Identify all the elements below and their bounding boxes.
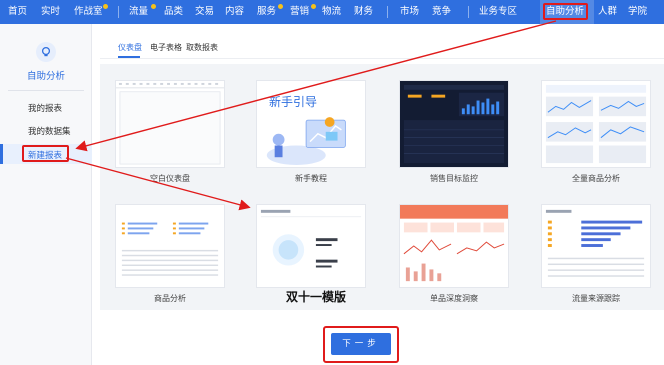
sidebar: 自助分析 我的报表 我的数据集 新建报表 [0,24,92,365]
nav-item-marketing[interactable]: 营销 [290,0,309,24]
tab-dashboard[interactable]: 仪表盘 [118,42,142,53]
nav-item-home[interactable]: 首页 [8,0,27,24]
template-card-full-product[interactable] [541,80,651,168]
new-dot-icon [103,4,108,9]
tab-spreadsheet[interactable]: 电子表格 [150,42,182,53]
next-step-button[interactable]: 下一步 [331,333,391,355]
nav-separator [468,6,469,18]
nav-separator [387,6,388,18]
nav-item-market[interactable]: 市场 [400,0,419,24]
template-label-item-insight: 单品深度洞察 [430,294,478,303]
nav-item-content[interactable]: 内容 [225,0,244,24]
template-label-product-analysis: 商品分析 [154,294,186,303]
nav-item-category[interactable]: 品类 [164,0,183,24]
template-card-sales-monitor[interactable] [399,80,509,168]
sidebar-item-my-reports[interactable]: 我的报表 [28,102,62,114]
sidebar-highlight-box [22,145,69,162]
nav-item-realtime[interactable]: 实时 [41,0,60,24]
template-label-blank: 空白仪表盘 [150,174,190,183]
template-label-guide: 新手教程 [295,174,327,183]
nav-highlight-box [543,3,588,20]
new-dot-icon [311,4,316,9]
tab-data-report[interactable]: 取数报表 [186,42,218,53]
template-card-double11[interactable] [256,204,366,288]
guide-thumb-title: 新手引导 [269,95,318,109]
sidebar-divider [8,90,84,91]
tabs-divider [100,58,664,59]
nav-item-logistics[interactable]: 物流 [322,0,341,24]
template-card-blank[interactable] [115,80,225,168]
sidebar-title: 自助分析 [26,71,65,82]
nav-item-warroom[interactable]: 作战室 [74,0,103,24]
nav-item-trade[interactable]: 交易 [195,0,214,24]
template-card-guide[interactable]: 新手引导 [256,80,366,168]
nav-item-crowd[interactable]: 人群 [598,0,617,24]
nav-item-traffic[interactable]: 流量 [129,0,148,24]
sidebar-item-my-datasets[interactable]: 我的数据集 [28,125,71,137]
nav-separator [118,6,119,18]
template-label-traffic-source: 流量来源跟踪 [572,294,620,303]
lightbulb-icon [36,42,56,62]
nav-item-business-zone[interactable]: 业务专区 [479,0,517,24]
nav-item-service[interactable]: 服务 [257,0,276,24]
template-card-item-insight[interactable] [399,204,509,288]
template-label-double11: 双十一模版 [285,290,346,304]
nav-item-competition[interactable]: 竞争 [432,0,451,24]
new-dot-icon [151,4,156,9]
nav-item-finance[interactable]: 财务 [354,0,373,24]
nav-item-academy[interactable]: 学院 [628,0,647,24]
template-card-product-analysis[interactable] [115,204,225,288]
new-dot-icon [278,4,283,9]
top-nav-bar: 首页 实时 作战室 流量 品类 交易 内容 服务 营销 物流 财务 市场 竞争 … [0,0,664,24]
template-label-full-product: 全量商品分析 [572,174,620,183]
template-card-traffic-source[interactable] [541,204,651,288]
template-label-sales-monitor: 销售目标监控 [430,174,478,183]
